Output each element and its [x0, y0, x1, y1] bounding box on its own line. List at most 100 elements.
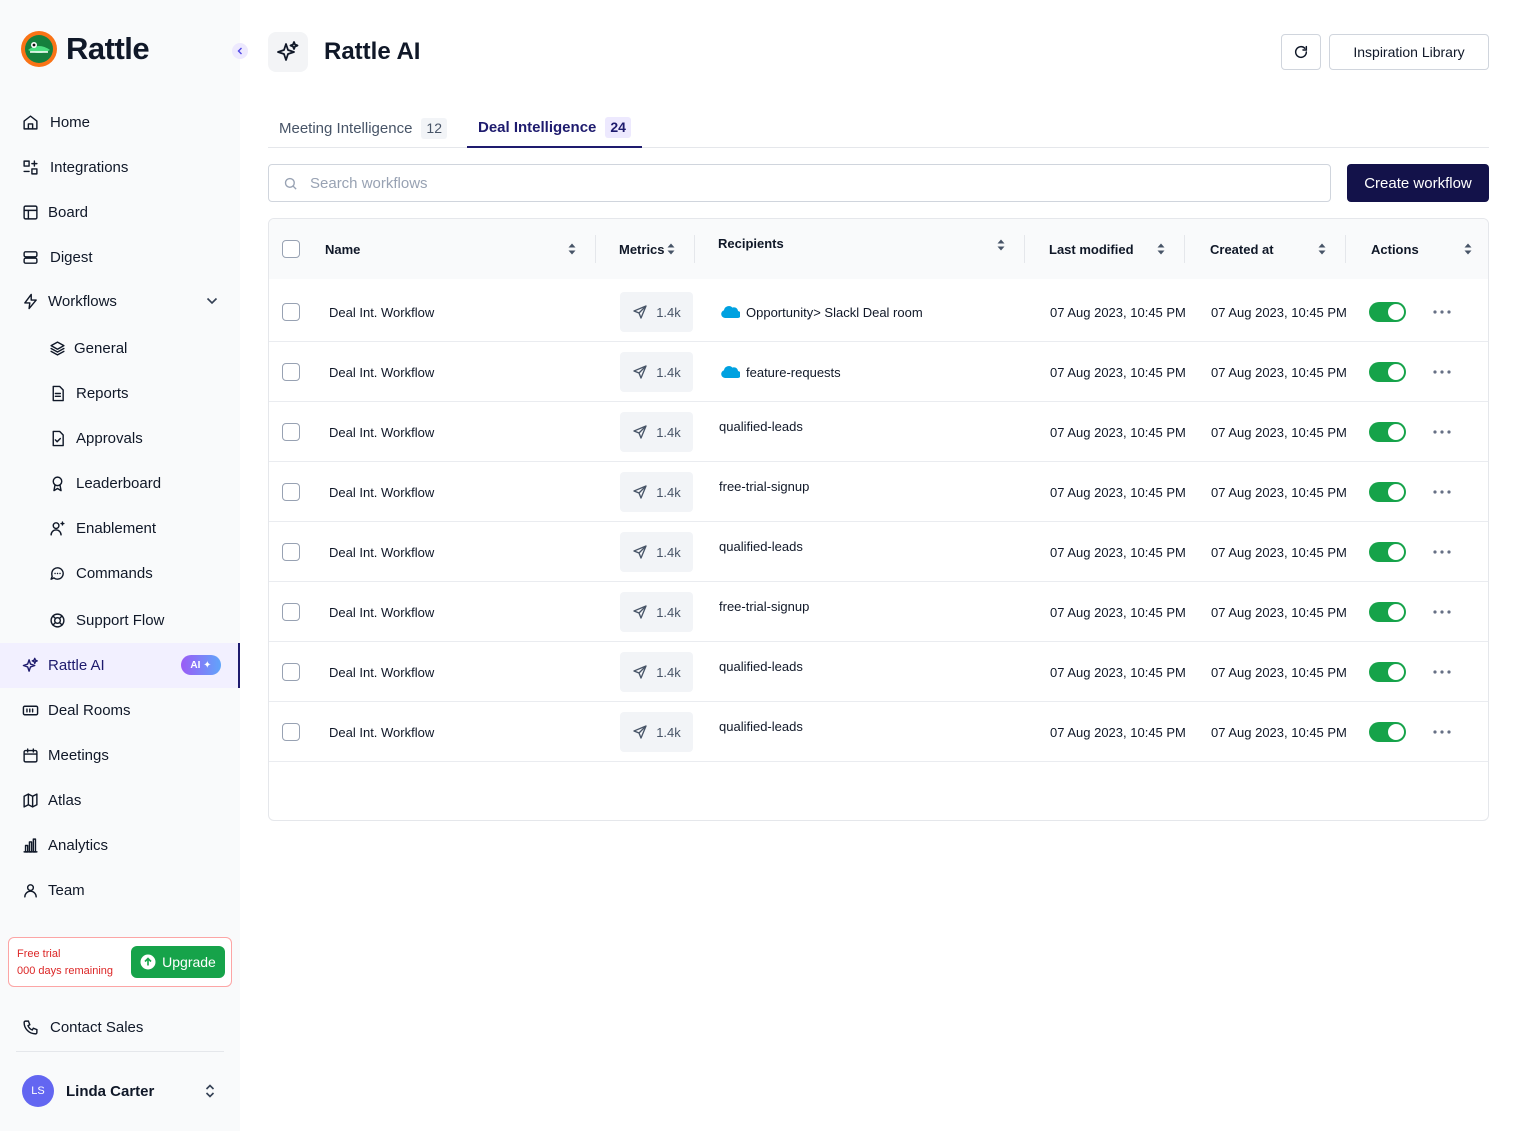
workflow-toggle[interactable]: [1369, 422, 1406, 442]
workflow-name[interactable]: Deal Int. Workflow: [329, 522, 434, 582]
row-checkbox[interactable]: [282, 423, 300, 441]
user-menu[interactable]: LS Linda Carter: [22, 1075, 222, 1107]
sort-last-modified-icon[interactable]: [1156, 242, 1166, 256]
contact-sales-label: Contact Sales: [50, 1019, 144, 1036]
workflow-name[interactable]: Deal Int. Workflow: [329, 342, 434, 402]
sidebar-item-home[interactable]: Home: [0, 100, 240, 145]
table-row[interactable]: Deal Int. Workflow 1.4k qualified-leads …: [269, 642, 1488, 702]
sidebar-item-team[interactable]: Team: [0, 868, 240, 913]
recipient: free-trial-signup: [719, 576, 809, 636]
row-checkbox[interactable]: [282, 723, 300, 741]
created-at: 07 Aug 2023, 10:45 PM: [1211, 304, 1347, 320]
calendar-icon: [21, 746, 39, 764]
table-row[interactable]: Deal Int. Workflow 1.4k qualified-leads …: [269, 522, 1488, 582]
sidebar-item-support-flow[interactable]: Support Flow: [0, 598, 240, 643]
search-input[interactable]: [310, 174, 1210, 192]
sidebar-item-label: Reports: [76, 385, 129, 402]
team-icon: [21, 881, 39, 899]
workflow-name[interactable]: Deal Int. Workflow: [329, 582, 434, 642]
contact-sales-link[interactable]: Contact Sales: [0, 1005, 240, 1050]
more-actions-button[interactable]: [1432, 522, 1452, 582]
sidebar-item-atlas[interactable]: Atlas: [0, 778, 240, 823]
rattle-logo-icon: [21, 31, 57, 67]
row-checkbox[interactable]: [282, 483, 300, 501]
sidebar-item-rattle-ai[interactable]: Rattle AI AI ✦: [0, 643, 240, 688]
row-checkbox[interactable]: [282, 663, 300, 681]
sidebar-item-commands[interactable]: Commands: [0, 551, 240, 596]
workflow-toggle[interactable]: [1369, 602, 1406, 622]
workflow-name[interactable]: Deal Int. Workflow: [329, 642, 434, 702]
table-row[interactable]: Deal Int. Workflow 1.4k free-trial-signu…: [269, 462, 1488, 522]
table-row[interactable]: Deal Int. Workflow 1.4k feature-requests…: [269, 342, 1488, 402]
sidebar-item-board[interactable]: Board: [0, 190, 240, 235]
table-row[interactable]: Deal Int. Workflow 1.4k Opportunity> Sla…: [269, 282, 1488, 342]
table-row[interactable]: Deal Int. Workflow 1.4k free-trial-signu…: [269, 582, 1488, 642]
metric-badge: 1.4k: [620, 532, 693, 572]
sidebar-item-deal-rooms[interactable]: Deal Rooms: [0, 688, 240, 733]
workflow-toggle[interactable]: [1369, 662, 1406, 682]
workflow-name[interactable]: Deal Int. Workflow: [329, 282, 434, 342]
workflow-toggle[interactable]: [1369, 482, 1406, 502]
row-checkbox[interactable]: [282, 303, 300, 321]
sort-actions-icon[interactable]: [1463, 242, 1473, 256]
sidebar-item-integrations[interactable]: Integrations: [0, 145, 240, 190]
workflow-name[interactable]: Deal Int. Workflow: [329, 462, 434, 522]
workflow-toggle[interactable]: [1369, 302, 1406, 322]
workflow-toggle[interactable]: [1369, 722, 1406, 742]
sidebar-item-enablement[interactable]: Enablement: [0, 506, 240, 551]
brand-name: Rattle: [66, 31, 150, 66]
sort-recipients-icon[interactable]: [996, 238, 1006, 252]
recipient-label: qualified-leads: [719, 418, 803, 434]
row-checkbox[interactable]: [282, 603, 300, 621]
last-modified: 07 Aug 2023, 10:45 PM: [1050, 424, 1186, 440]
trial-remaining: 000 days remaining: [17, 965, 114, 977]
sidebar-item-digest[interactable]: Digest: [0, 235, 240, 280]
more-actions-button[interactable]: [1432, 462, 1452, 522]
tab-count: 24: [605, 116, 631, 138]
sort-created-at-icon[interactable]: [1317, 242, 1327, 256]
sidebar-item-leaderboard[interactable]: Leaderboard: [0, 461, 240, 506]
select-all-checkbox[interactable]: [282, 240, 300, 258]
refresh-button[interactable]: [1281, 34, 1321, 70]
table-row[interactable]: Deal Int. Workflow 1.4k qualified-leads …: [269, 402, 1488, 462]
sidebar-item-label: Atlas: [48, 792, 82, 809]
board-icon: [21, 203, 39, 221]
sidebar-item-label: Team: [48, 882, 85, 899]
more-horizontal-icon: [1433, 430, 1451, 434]
workflow-toggle[interactable]: [1369, 542, 1406, 562]
sort-metrics-icon[interactable]: [666, 242, 676, 256]
more-actions-button[interactable]: [1432, 282, 1452, 342]
more-actions-button[interactable]: [1432, 702, 1452, 762]
create-workflow-button[interactable]: Create workflow: [1347, 164, 1489, 202]
sort-name-icon[interactable]: [567, 242, 577, 256]
table-row[interactable]: Deal Int. Workflow 1.4k qualified-leads …: [269, 702, 1488, 762]
sidebar-item-label: Analytics: [48, 837, 109, 854]
collapse-sidebar-button[interactable]: [232, 43, 248, 59]
chevron-down-icon[interactable]: [206, 297, 218, 305]
more-actions-button[interactable]: [1432, 582, 1452, 642]
more-actions-button[interactable]: [1432, 342, 1452, 402]
brand-logo[interactable]: Rattle: [20, 30, 150, 68]
sidebar-item-meetings[interactable]: Meetings: [0, 733, 240, 778]
column-header-recipients: Recipients: [718, 235, 784, 251]
free-trial-panel: Free trial 000 days remaining Upgrade: [8, 937, 232, 987]
workflow-name[interactable]: Deal Int. Workflow: [329, 702, 434, 762]
upgrade-button[interactable]: Upgrade: [131, 946, 225, 978]
tab-meeting-intelligence[interactable]: Meeting Intelligence 12: [279, 108, 447, 148]
sidebar-item-analytics[interactable]: Analytics: [0, 823, 240, 868]
sidebar-item-approvals[interactable]: Approvals: [0, 416, 240, 461]
sidebar-item-label: Support Flow: [76, 612, 165, 629]
inspiration-library-button[interactable]: Inspiration Library: [1329, 34, 1489, 70]
row-checkbox[interactable]: [282, 543, 300, 561]
more-actions-button[interactable]: [1432, 642, 1452, 702]
workflow-name[interactable]: Deal Int. Workflow: [329, 402, 434, 462]
row-checkbox[interactable]: [282, 363, 300, 381]
more-actions-button[interactable]: [1432, 402, 1452, 462]
sidebar-item-reports[interactable]: Reports: [0, 371, 240, 416]
send-icon: [633, 725, 647, 739]
recipient: qualified-leads: [719, 696, 803, 756]
sidebar-item-workflows[interactable]: Workflows: [0, 279, 240, 324]
sidebar-item-general[interactable]: General: [0, 326, 240, 371]
workflow-toggle[interactable]: [1369, 362, 1406, 382]
tab-deal-intelligence[interactable]: Deal Intelligence 24: [467, 108, 642, 148]
